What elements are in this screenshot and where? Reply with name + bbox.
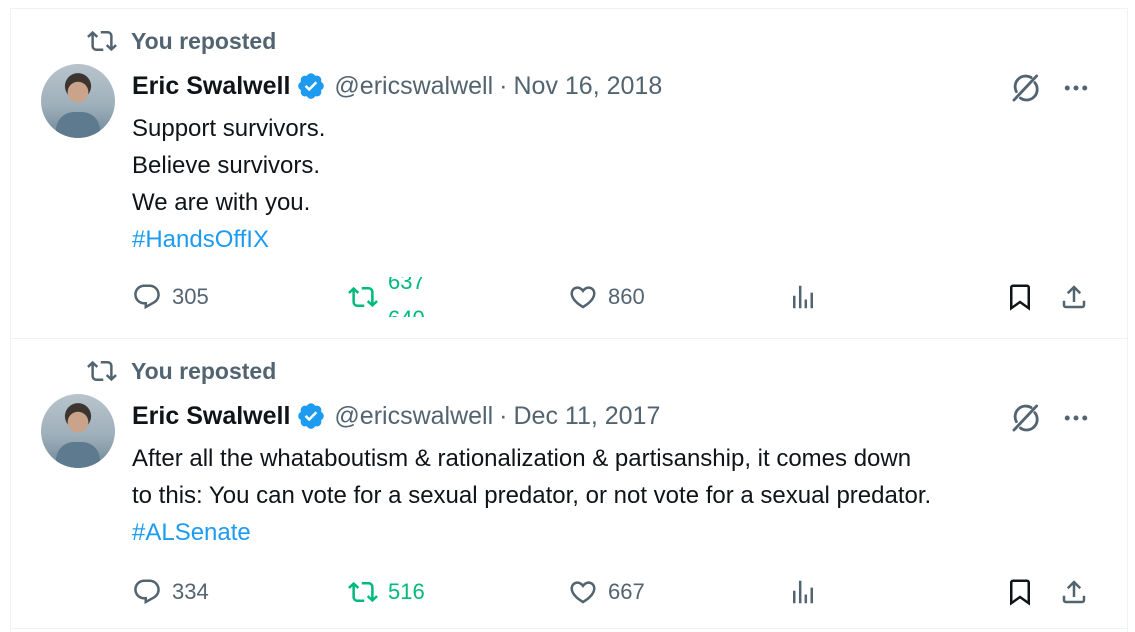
separator: · [499,401,508,430]
like-button[interactable]: 667 [568,572,645,612]
like-button[interactable]: 860 [568,277,645,317]
bookmark-button[interactable] [1005,277,1035,317]
tweet-text: After all the whataboutism & rationaliza… [132,440,1102,551]
reply-count: 334 [172,579,209,604]
separator: · [499,71,508,100]
tweet-text: Support survivors. Believe survivors. We… [132,110,1102,258]
more-button[interactable] [1059,71,1093,105]
grok-icon[interactable] [1009,71,1043,105]
like-icon [568,577,598,607]
bookmark-button[interactable] [1005,572,1035,612]
bookmark-icon [1005,577,1035,607]
views-button[interactable] [788,277,818,317]
repost-button[interactable]: 637 640 [348,277,448,317]
repost-icon [87,26,117,56]
action-bar: 334 516 667 [132,572,1092,612]
share-icon [1059,577,1089,607]
reply-button[interactable]: 305 [132,277,209,317]
author-handle[interactable]: @ericswalwell [334,402,493,431]
verified-badge-icon[interactable] [296,401,326,431]
verified-badge-icon[interactable] [296,71,326,101]
views-button[interactable] [788,572,818,612]
tweet-date[interactable]: Dec 11, 2017 [514,402,661,431]
author-name[interactable]: Eric Swalwell [132,402,290,431]
author-handle[interactable]: @ericswalwell [334,72,493,101]
repost-icon [87,356,117,386]
tweet-line: Believe survivors. [132,152,321,179]
tweet[interactable]: You reposted Eric Swalwell @ericswalwell… [11,9,1127,339]
share-icon [1059,282,1089,312]
more-icon [1061,73,1091,103]
timeline: You reposted Eric Swalwell @ericswalwell… [10,8,1128,632]
repost-count-old: 637 [388,277,425,294]
grok-icon[interactable] [1009,401,1043,435]
reply-count: 305 [172,284,209,309]
tweet-line: We are with you. [132,189,311,216]
tweet-header: Eric Swalwell @ericswalwell · Dec 11, 20… [132,398,660,434]
author-name[interactable]: Eric Swalwell [132,72,290,101]
tweet-line: Support survivors. [132,115,326,142]
repost-count: 516 [388,579,425,604]
repost-icon [348,282,378,312]
like-count: 667 [608,579,645,604]
repost-count: 637 640 [388,277,448,317]
reply-icon [132,282,162,312]
like-icon [568,282,598,312]
avatar[interactable] [41,64,115,138]
repost-label: You reposted [131,357,277,384]
tweet[interactable]: You reposted Eric Swalwell @ericswalwell… [11,339,1127,629]
views-icon [788,282,818,312]
repost-context: You reposted [87,26,276,56]
hashtag-link[interactable]: #ALSenate [132,514,1102,551]
tweet-line: to this: You can vote for a sexual preda… [132,482,932,509]
views-icon [788,577,818,607]
avatar[interactable] [41,394,115,468]
repost-label: You reposted [131,27,277,54]
repost-count-new: 640 [388,308,425,318]
repost-context: You reposted [87,356,276,386]
reply-icon [132,577,162,607]
bookmark-icon [1005,282,1035,312]
tweet-header: Eric Swalwell @ericswalwell · Nov 16, 20… [132,68,662,104]
more-button[interactable] [1059,401,1093,435]
tweet-date[interactable]: Nov 16, 2018 [514,72,663,101]
action-bar: 305 637 640 860 [132,277,1092,317]
hashtag-link[interactable]: #HandsOffIX [132,221,1102,258]
repost-button[interactable]: 516 [348,572,425,612]
more-icon [1061,403,1091,433]
share-button[interactable] [1059,277,1089,317]
like-count: 860 [608,284,645,309]
share-button[interactable] [1059,572,1089,612]
repost-icon [348,577,378,607]
tweet-line: After all the whataboutism & rationaliza… [132,445,912,472]
reply-button[interactable]: 334 [132,572,209,612]
